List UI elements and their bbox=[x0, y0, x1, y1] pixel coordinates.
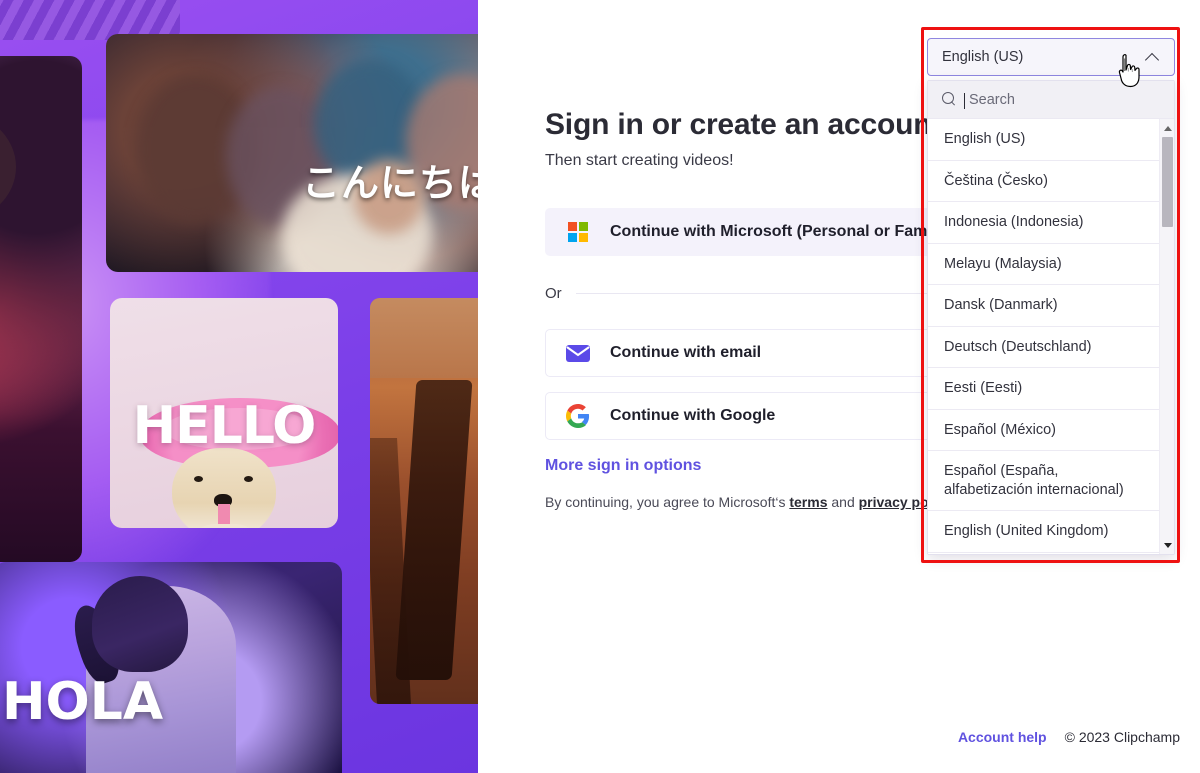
legal-prefix: By continuing, you agree to Microsoft‘s bbox=[545, 494, 790, 510]
language-option[interactable]: Eesti (Eesti) bbox=[928, 368, 1159, 410]
hero-tile-shiba-dog: HELLO bbox=[110, 298, 338, 528]
language-dropdown-popup: Search English (US) Čeština (Česko) Indone… bbox=[927, 80, 1175, 555]
more-sign-in-options-link[interactable]: More sign in options bbox=[545, 457, 701, 475]
scroll-down-arrow-icon[interactable] bbox=[1160, 538, 1174, 552]
chevron-up-icon bbox=[1146, 50, 1160, 64]
language-select-trigger[interactable]: English (US) bbox=[927, 38, 1175, 76]
language-option[interactable]: Čeština (Česko) bbox=[928, 160, 1159, 203]
page-title: Sign in or create an account bbox=[545, 108, 942, 141]
dog-eye bbox=[244, 476, 253, 482]
continue-with-google-button[interactable]: Continue with Google bbox=[545, 392, 991, 440]
language-option[interactable]: Melayu (Malaysia) bbox=[928, 243, 1159, 286]
language-option[interactable]: Español (España, alfabetización internac… bbox=[928, 451, 1159, 512]
continue-with-google-label: Continue with Google bbox=[610, 407, 776, 424]
legal-middle: and bbox=[827, 494, 859, 510]
language-option[interactable]: Français (France) bbox=[928, 553, 1159, 554]
microsoft-logo-icon bbox=[564, 218, 592, 246]
hero-tile-gamers: こんにちは bbox=[106, 34, 478, 272]
language-option[interactable]: Español (México) bbox=[928, 409, 1159, 452]
hero-tile-canyon bbox=[370, 298, 478, 704]
hero-caption-hola: HOLA bbox=[2, 672, 164, 732]
language-search-placeholder: Search bbox=[964, 91, 1015, 109]
dancer-hair bbox=[92, 576, 188, 672]
terms-link[interactable]: terms bbox=[789, 494, 827, 510]
envelope-icon bbox=[564, 339, 592, 367]
hero-tile-dancer: HOLA bbox=[0, 562, 342, 773]
google-logo-icon bbox=[564, 402, 592, 430]
scrollbar-thumb[interactable] bbox=[1162, 137, 1173, 227]
language-option[interactable]: English (US) bbox=[928, 119, 1159, 161]
dog-eye bbox=[194, 476, 203, 482]
search-icon bbox=[942, 92, 957, 107]
hero-caption-hello: HELLO bbox=[132, 396, 317, 456]
copyright-label: © 2023 Clipchamp bbox=[1064, 729, 1180, 745]
language-search-field[interactable]: Search bbox=[928, 81, 1174, 119]
portrait-hair bbox=[0, 112, 16, 222]
or-label: Or bbox=[545, 284, 562, 302]
continue-with-microsoft-button[interactable]: Continue with Microsoft (Personal or Fam… bbox=[545, 208, 991, 256]
language-option[interactable]: Deutsch (Deutschland) bbox=[928, 326, 1159, 369]
canyon-plateau bbox=[370, 298, 478, 378]
continue-with-email-label: Continue with email bbox=[610, 344, 762, 361]
signin-page: こんにちは HELLO HOLA Sign in or create an ac… bbox=[0, 0, 1200, 773]
or-divider: Or bbox=[545, 283, 991, 303]
scroll-up-arrow-icon[interactable] bbox=[1160, 121, 1174, 135]
dropdown-scrollbar[interactable] bbox=[1159, 119, 1174, 554]
legal-text: By continuing, you agree to Microsoft‘s … bbox=[545, 494, 952, 510]
language-option[interactable]: Dansk (Danmark) bbox=[928, 285, 1159, 327]
continue-with-microsoft-label: Continue with Microsoft (Personal or Fam… bbox=[610, 223, 951, 240]
language-option[interactable]: Indonesia (Indonesia) bbox=[928, 202, 1159, 244]
language-selected-value: English (US) bbox=[942, 49, 1024, 65]
hero-tile-portrait bbox=[0, 56, 82, 562]
language-option-list[interactable]: English (US) Čeština (Česko) Indonesia (In… bbox=[928, 119, 1159, 554]
page-subtitle: Then start creating videos! bbox=[545, 152, 734, 169]
language-option[interactable]: English (United Kingdom) bbox=[928, 511, 1159, 554]
account-help-link[interactable]: Account help bbox=[958, 729, 1047, 745]
language-picker: English (US) Search English (US) Čeština … bbox=[927, 38, 1175, 555]
hero-collage: こんにちは HELLO HOLA bbox=[0, 0, 478, 773]
footer: Account help © 2023 Clipchamp bbox=[958, 729, 1180, 745]
hero-caption-japanese: こんにちは bbox=[302, 161, 478, 205]
continue-with-email-button[interactable]: Continue with email bbox=[545, 329, 991, 377]
